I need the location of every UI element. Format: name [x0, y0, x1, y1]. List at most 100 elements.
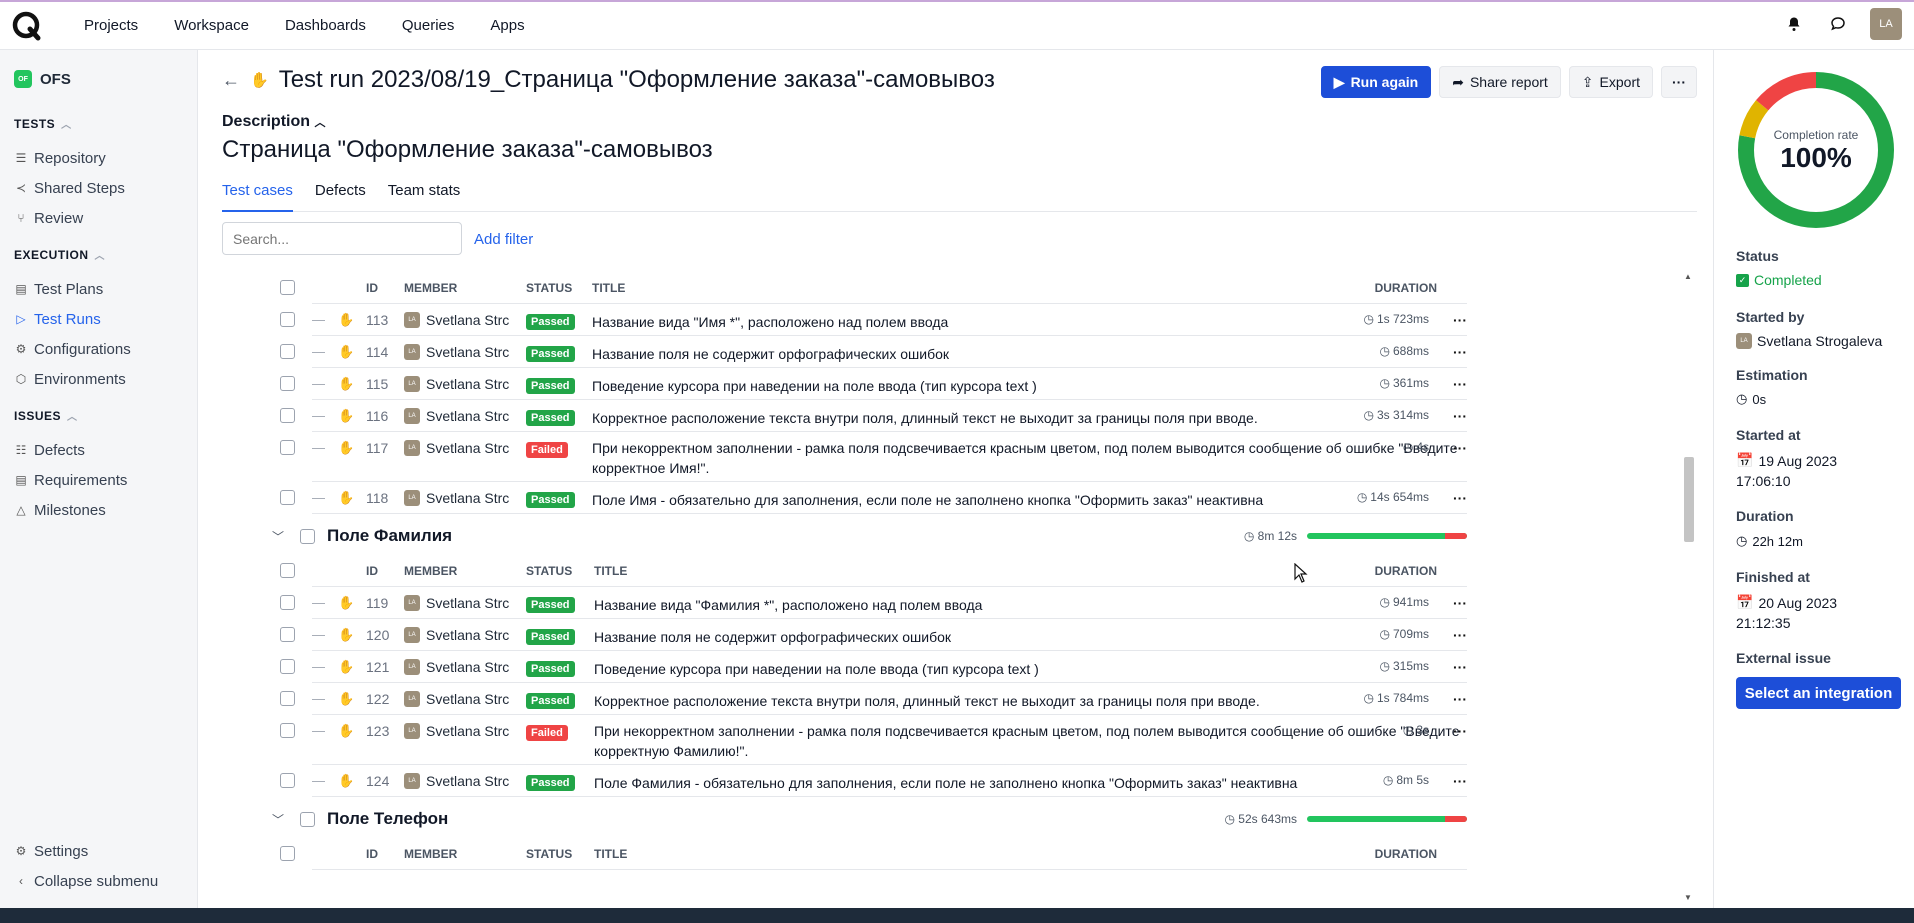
- table-row[interactable]: — ✋ 118 LA Svetlana Strc Passed Поле Имя -…: [280, 482, 1467, 514]
- tab-test-cases[interactable]: Test cases: [222, 182, 293, 212]
- section-issues[interactable]: ISSUES ︿: [14, 408, 197, 424]
- table-row[interactable]: — ✋ 124 LA Svetlana Strc Passed Поле Фамил…: [280, 765, 1467, 797]
- row-checkbox[interactable]: [280, 773, 295, 788]
- sidebar-item-defects[interactable]: ☷ Defects: [14, 435, 197, 465]
- sidebar-item-review[interactable]: ⑂ Review: [14, 203, 197, 233]
- sidebar-item-shared-steps[interactable]: ≺ Shared Steps: [14, 173, 197, 203]
- row-checkbox[interactable]: [280, 490, 295, 505]
- row-more-button[interactable]: ···: [1453, 627, 1467, 643]
- row-checkbox[interactable]: [280, 312, 295, 327]
- ellipsis-icon: ···: [1672, 74, 1686, 90]
- row-more-button[interactable]: ···: [1453, 595, 1467, 611]
- scroll-down-arrow-icon[interactable]: ▼: [1684, 893, 1692, 902]
- project-selector[interactable]: OF OFS: [14, 70, 197, 88]
- export-button[interactable]: ⇪ Export: [1568, 66, 1653, 98]
- group-checkbox[interactable]: [300, 811, 315, 827]
- table-row[interactable]: — ✋ 115 LA Svetlana Strc Passed Поведение …: [280, 368, 1467, 400]
- scrollbar[interactable]: ▲ ▼: [1682, 272, 1694, 902]
- sidebar-item-requirements[interactable]: ▤ Requirements: [14, 465, 197, 495]
- row-checkbox[interactable]: [280, 440, 295, 455]
- nav-projects[interactable]: Projects: [66, 17, 156, 34]
- app-logo-icon[interactable]: [12, 11, 42, 41]
- table-row[interactable]: — ✋ 114 LA Svetlana Strc Passed Название п…: [280, 336, 1467, 368]
- table-row[interactable]: — ✋ 120 LA Svetlana Strc Passed Название п…: [280, 619, 1467, 651]
- row-checkbox[interactable]: [280, 627, 295, 642]
- row-more-button[interactable]: ···: [1453, 440, 1467, 456]
- row-more-button[interactable]: ···: [1453, 773, 1467, 789]
- add-filter-button[interactable]: Add filter: [474, 231, 533, 248]
- row-more-button[interactable]: ···: [1453, 659, 1467, 675]
- user-avatar[interactable]: LA: [1870, 8, 1902, 40]
- nav-queries[interactable]: Queries: [384, 17, 473, 34]
- row-checkbox[interactable]: [280, 691, 295, 706]
- row-more-button[interactable]: ···: [1453, 490, 1467, 506]
- more-menu-button[interactable]: ···: [1661, 66, 1697, 98]
- row-title[interactable]: Поведение курсора при наведении на поле …: [592, 376, 1512, 396]
- page-header: ← ✋ Test run 2023/08/19_Страница "Оформл…: [222, 66, 995, 94]
- table-row[interactable]: — ✋ 113 LA Svetlana Strc Passed Название в…: [280, 304, 1467, 336]
- suite-group-telefon[interactable]: ﹀ Поле Телефон ◷ 52s 643ms: [272, 802, 1467, 836]
- row-title[interactable]: Поведение курсора при наведении на поле …: [594, 659, 1514, 679]
- table-row[interactable]: — ✋ 123 LA Svetlana Strc Failed При некорр…: [280, 715, 1467, 765]
- table-row[interactable]: — ✋ 116 LA Svetlana Strc Passed Корректное…: [280, 400, 1467, 432]
- row-checkbox[interactable]: [280, 376, 295, 391]
- clock-icon: ◷: [1379, 344, 1390, 358]
- select-all-checkbox[interactable]: [280, 280, 295, 295]
- chevron-down-icon[interactable]: ﹀: [272, 528, 284, 545]
- row-checkbox[interactable]: [280, 595, 295, 610]
- row-title[interactable]: Поле Фамилия - обязательно для заполнени…: [594, 773, 1514, 793]
- sidebar-item-test-plans[interactable]: ▤ Test Plans: [14, 274, 197, 304]
- row-checkbox[interactable]: [280, 344, 295, 359]
- row-title[interactable]: Название вида "Фамилия *", расположено н…: [594, 595, 1514, 615]
- select-all-checkbox[interactable]: [280, 846, 295, 861]
- row-checkbox[interactable]: [280, 723, 295, 738]
- suite-group-familiya[interactable]: ﹀ Поле Фамилия ◷ 8m 12s: [272, 519, 1467, 553]
- chat-icon[interactable]: [1826, 12, 1850, 36]
- row-more-button[interactable]: ···: [1453, 344, 1467, 360]
- search-input[interactable]: [222, 222, 462, 255]
- sidebar-item-configurations[interactable]: ⚙ Configurations: [14, 334, 197, 364]
- section-execution[interactable]: EXECUTION ︿: [14, 247, 197, 263]
- table-row[interactable]: — ✋ 121 LA Svetlana Strc Passed Поведение …: [280, 651, 1467, 683]
- row-more-button[interactable]: ···: [1453, 691, 1467, 707]
- description-toggle[interactable]: Description ︿: [222, 113, 325, 131]
- row-more-button[interactable]: ···: [1453, 723, 1467, 739]
- nav-dashboards[interactable]: Dashboards: [267, 17, 384, 34]
- scrollbar-thumb[interactable]: [1684, 457, 1694, 542]
- table-row[interactable]: — ✋ 122 LA Svetlana Strc Passed Корректное…: [280, 683, 1467, 715]
- sidebar-item-repository[interactable]: ☰ Repository: [14, 143, 197, 173]
- table-row[interactable]: — ✋ 117 LA Svetlana Strc Failed При некорр…: [280, 432, 1467, 482]
- row-checkbox[interactable]: [280, 408, 295, 423]
- chevron-down-icon[interactable]: ﹀: [272, 811, 284, 828]
- run-again-button[interactable]: ▶ Run again: [1320, 66, 1432, 98]
- row-more-button[interactable]: ···: [1453, 376, 1467, 392]
- bell-icon[interactable]: [1782, 12, 1806, 36]
- collapse-submenu-button[interactable]: ‹ Collapse submenu: [14, 866, 158, 896]
- sidebar-item-test-runs[interactable]: ▷ Test Runs: [14, 304, 197, 334]
- table-row[interactable]: — ✋ 119 LA Svetlana Strc Passed Название в…: [280, 587, 1467, 619]
- row-checkbox[interactable]: [280, 659, 295, 674]
- test-case-list[interactable]: ID MEMBER STATUS TITLE DURATION — ✋ 113 L…: [222, 272, 1702, 912]
- tab-team-stats[interactable]: Team stats: [388, 182, 461, 212]
- sidebar-item-settings[interactable]: ⚙ Settings: [14, 836, 158, 866]
- group-checkbox[interactable]: [300, 528, 315, 544]
- section-tests[interactable]: TESTS ︿: [14, 116, 197, 132]
- scroll-up-arrow-icon[interactable]: ▲: [1684, 272, 1692, 281]
- row-title[interactable]: При некорректном заполнении - рамка поля…: [594, 721, 1514, 761]
- row-title[interactable]: Название поля не содержит орфографически…: [594, 627, 1514, 647]
- tab-defects[interactable]: Defects: [315, 182, 366, 212]
- avatar: LA: [404, 440, 420, 456]
- sidebar-item-environments[interactable]: ⬡ Environments: [14, 364, 197, 394]
- nav-workspace[interactable]: Workspace: [156, 17, 267, 34]
- nav-apps[interactable]: Apps: [472, 17, 542, 34]
- row-more-button[interactable]: ···: [1453, 312, 1467, 328]
- status-badge: Passed: [526, 693, 575, 709]
- select-all-checkbox[interactable]: [280, 563, 295, 578]
- row-more-button[interactable]: ···: [1453, 408, 1467, 424]
- back-arrow-icon[interactable]: ←: [222, 70, 240, 91]
- share-report-button[interactable]: ➦ Share report: [1439, 66, 1561, 98]
- row-title[interactable]: Название поля не содержит орфографически…: [592, 344, 1512, 364]
- select-integration-button[interactable]: Select an integration: [1736, 677, 1901, 709]
- row-title[interactable]: При некорректном заполнении - рамка поля…: [592, 438, 1512, 478]
- sidebar-item-milestones[interactable]: △ Milestones: [14, 495, 197, 525]
